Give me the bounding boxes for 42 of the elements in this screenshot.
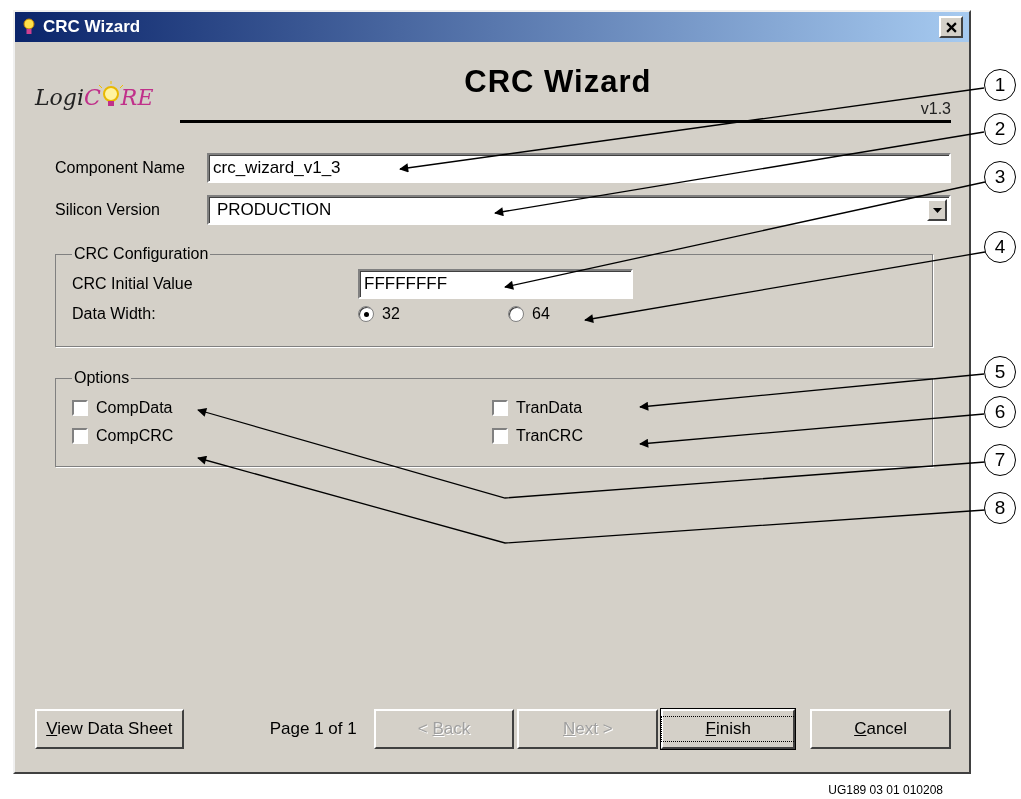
radio-label: 32 [382, 305, 400, 323]
checkbox-label: CompCRC [96, 427, 174, 445]
checkbox[interactable] [72, 428, 88, 444]
dropdown[interactable]: PRODUCTION [207, 195, 951, 225]
wizard-heading: CRC Wizard [464, 64, 652, 99]
callout-number: 3 [984, 161, 1016, 193]
wizard-button[interactable]: View Data Sheet [35, 709, 184, 749]
checkbox[interactable] [72, 400, 88, 416]
page-indicator: Page 1 of 1 [269, 719, 357, 739]
callout-number: 4 [984, 231, 1016, 263]
caret-icon [932, 207, 942, 213]
checkbox-label: CompData [96, 399, 173, 417]
callout-number: 8 [984, 492, 1016, 524]
wizard-button[interactable]: Finish [661, 709, 796, 749]
version-label: v1.3 [920, 100, 951, 119]
figure-id: UG189 03 01 010208 [828, 783, 943, 797]
text-field[interactable]: crc_wizard_v1_3 [207, 153, 951, 183]
callout-number: 7 [984, 444, 1016, 476]
group-title: Options [73, 369, 131, 387]
field-label: CRC Initial Value [72, 275, 194, 293]
radio-label: 64 [532, 305, 550, 323]
lightbulb-icon [21, 17, 37, 37]
checkbox[interactable] [492, 428, 508, 444]
radio-button[interactable] [508, 306, 524, 322]
checkbox-label: TranData [516, 399, 583, 417]
window-title: CRC Wizard [43, 17, 142, 37]
group-title: CRC Configuration [73, 245, 210, 263]
field-label: Silicon Version [55, 201, 161, 219]
logo: LogiC RE [35, 84, 195, 110]
close-button[interactable] [939, 16, 963, 38]
field-label: Data Width: [72, 305, 157, 323]
field-label: Component Name [55, 159, 186, 177]
callout-number: 6 [984, 396, 1016, 428]
text-field[interactable]: FFFFFFFF [358, 269, 633, 299]
callout-number: 2 [984, 113, 1016, 145]
callout-number: 5 [984, 356, 1016, 388]
checkbox-label: TranCRC [516, 427, 583, 445]
radio-button[interactable] [358, 306, 374, 322]
callout-number: 1 [984, 69, 1016, 101]
wizard-button[interactable]: Cancel [810, 709, 951, 749]
close-icon [945, 21, 957, 33]
checkbox[interactable] [492, 400, 508, 416]
